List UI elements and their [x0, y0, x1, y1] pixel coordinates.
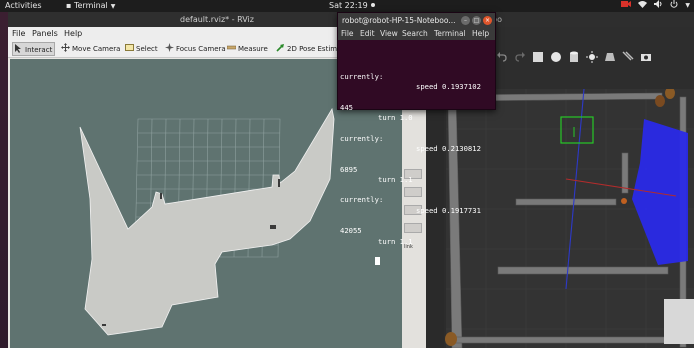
tool-move-camera-label: Move Camera — [72, 45, 121, 53]
cylinder-icon[interactable] — [568, 51, 580, 63]
redo-icon[interactable] — [514, 51, 526, 63]
box-icon[interactable] — [532, 51, 544, 63]
tool-move-camera[interactable]: Move Camera — [60, 42, 122, 56]
terminal-line: 42055 turn 1.1 — [340, 216, 494, 245]
terminal-text: currently: — [340, 133, 384, 143]
chevron-down-icon[interactable]: ▼ — [685, 0, 690, 12]
maximize-icon[interactable]: □ — [472, 16, 481, 25]
tool-focus-camera[interactable]: Focus Camera — [164, 42, 228, 56]
menu-edit[interactable]: Edit — [360, 28, 375, 40]
terminal-text: speed 0.1937102 — [416, 82, 481, 92]
terminal-menubar: File Edit View Search Terminal Help — [338, 28, 495, 40]
terminal-line: currently: speed 0.2130812 — [340, 123, 494, 153]
clock[interactable]: Sat 22:19 — [329, 0, 375, 12]
menu-help[interactable]: Help — [64, 27, 82, 40]
close-icon[interactable]: × — [483, 16, 492, 25]
focus-icon — [165, 43, 174, 52]
system-tray: ▼ — [621, 0, 690, 12]
menu-panels[interactable]: Panels — [32, 27, 58, 40]
terminal-line: 6895 turn 1.1 — [340, 154, 494, 184]
menu-help[interactable]: Help — [472, 28, 489, 40]
volume-icon[interactable] — [654, 0, 663, 12]
move-icon — [61, 43, 70, 52]
ruler-icon — [227, 45, 236, 50]
clock-label: Sat 22:19 — [329, 1, 368, 10]
sphere-icon[interactable] — [550, 51, 562, 63]
arrow-icon — [276, 44, 284, 52]
spot-light-icon[interactable] — [604, 51, 616, 63]
window-controls: – □ × — [461, 16, 492, 25]
cursor-icon — [15, 44, 21, 53]
tool-measure[interactable]: Measure — [226, 42, 270, 56]
terminal-text: currently: — [340, 195, 384, 205]
minimize-icon[interactable]: – — [461, 16, 470, 25]
tool-focus-camera-label: Focus Camera — [176, 45, 226, 53]
tool-interact-label: Interact — [25, 46, 53, 54]
power-icon[interactable] — [670, 0, 678, 12]
terminal-text: currently: — [340, 71, 384, 81]
terminal-text: speed 0.2130812 — [416, 143, 481, 153]
camera-icon[interactable] — [621, 0, 632, 12]
tool-measure-label: Measure — [238, 45, 268, 53]
terminal-text: 6895 — [340, 164, 358, 174]
app-menu-icon: ▪ — [66, 1, 74, 10]
terminal-text: turn 1.1 — [378, 236, 413, 246]
screenshot-icon[interactable] — [640, 51, 652, 63]
menu-view[interactable]: View — [380, 28, 398, 40]
terminal-line: currently: speed 0.1917731 — [340, 185, 494, 214]
dock — [0, 12, 8, 348]
directional-light-icon[interactable] — [622, 51, 634, 63]
terminal-text: speed 0.1917731 — [416, 205, 481, 215]
light-icon[interactable] — [586, 51, 598, 63]
menu-file[interactable]: File — [341, 28, 354, 40]
menu-terminal[interactable]: Terminal — [434, 28, 466, 40]
menu-search[interactable]: Search — [402, 28, 428, 40]
terminal-line: currently: speed 0.1937102 — [340, 62, 494, 91]
network-icon[interactable] — [638, 0, 648, 12]
top-bar: Activities ▪ Terminal ▼ Sat 22:19 ▼ — [0, 0, 694, 12]
terminal-text: 42055 — [340, 226, 362, 236]
terminal-text: turn 1.0 — [378, 113, 413, 123]
desktop: Activities ▪ Terminal ▼ Sat 22:19 ▼ defau… — [0, 0, 694, 348]
select-icon — [125, 44, 134, 51]
chevron-down-icon: ▼ — [110, 3, 116, 10]
tool-select-label: Select — [136, 45, 158, 53]
terminal-output[interactable]: currently: speed 0.1937102 445 turn 1.0 … — [340, 41, 494, 278]
text-cursor — [374, 257, 380, 266]
terminal-line — [340, 247, 494, 266]
menu-file[interactable]: File — [12, 27, 25, 40]
notification-dot-icon — [370, 3, 375, 7]
tool-select[interactable]: Select — [124, 42, 160, 56]
app-menu-label: Terminal — [73, 1, 108, 10]
terminal-line: 445 turn 1.0 — [340, 92, 494, 122]
terminal-window[interactable]: robot@robot-HP-15-Noteboo... – □ × File … — [337, 12, 496, 266]
terminal-text: turn 1.1 — [378, 174, 413, 184]
undo-icon[interactable] — [496, 51, 508, 63]
map-free-space — [79, 107, 335, 336]
terminal-text: 445 — [340, 102, 353, 112]
gazebo-overlay — [664, 299, 694, 344]
gazebo-toolbar-row — [496, 49, 652, 65]
activities-button[interactable]: Activities — [5, 0, 42, 12]
tool-interact[interactable]: Interact — [12, 42, 56, 56]
